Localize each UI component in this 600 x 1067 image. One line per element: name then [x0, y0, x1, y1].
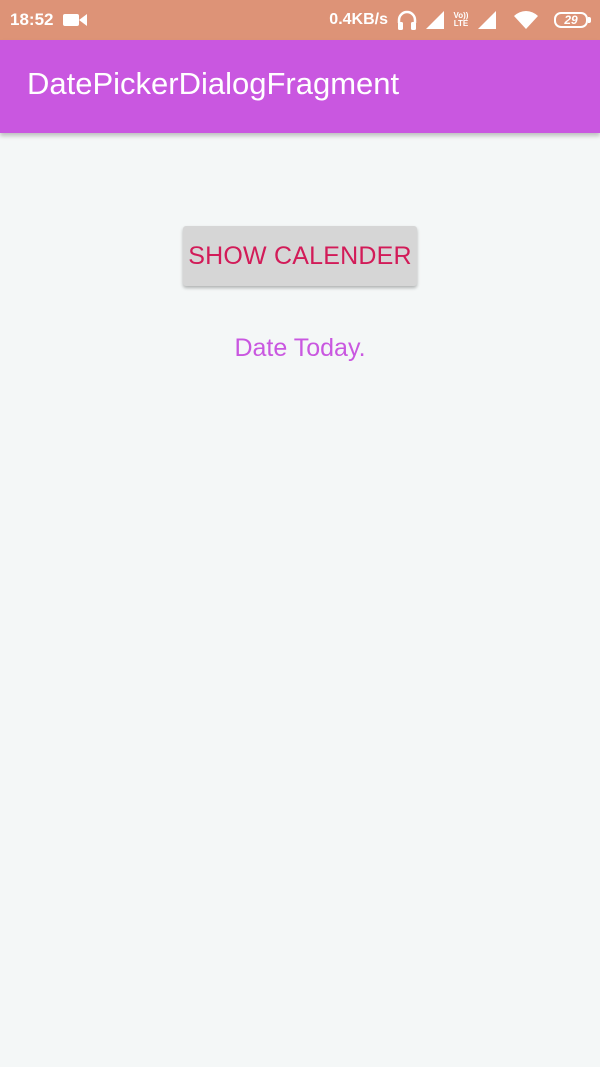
- main-content: SHOW CALENDER Date Today.: [0, 133, 600, 1067]
- signal-icon: [426, 11, 444, 29]
- lte-label: LTE: [453, 19, 469, 28]
- wifi-icon: [514, 11, 538, 29]
- headphones-icon: [396, 9, 418, 31]
- status-right: 0.4KB/s Vo)) LTE 29: [329, 9, 600, 31]
- app-bar: DatePickerDialogFragment: [0, 40, 600, 133]
- battery-level: 29: [564, 13, 578, 27]
- status-time: 18:52: [10, 10, 54, 29]
- status-left: 18:52: [0, 10, 88, 30]
- status-bar: 18:52 0.4KB/s Vo)) LTE 29: [0, 0, 600, 40]
- app-title: DatePickerDialogFragment: [27, 65, 400, 101]
- signal-icon: [478, 11, 496, 29]
- battery-icon: 29: [554, 12, 591, 28]
- video-camera-icon: [63, 12, 88, 28]
- show-calendar-button[interactable]: SHOW CALENDER: [183, 226, 417, 286]
- network-speed: 0.4KB/s: [329, 11, 388, 28]
- volte-icon: Vo)) LTE: [452, 12, 470, 28]
- date-today-text: Date Today.: [234, 334, 366, 362]
